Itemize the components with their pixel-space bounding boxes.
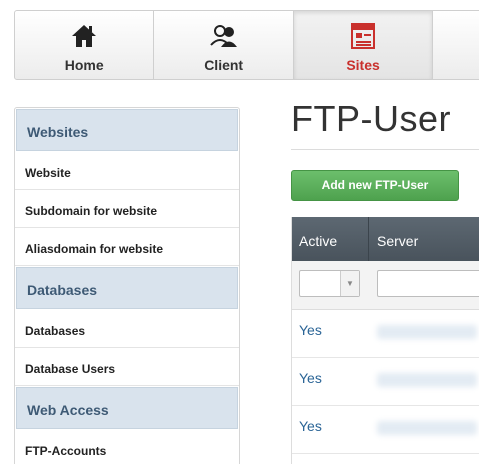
redacted-server: [377, 373, 477, 387]
tab-sites[interactable]: Sites: [293, 11, 434, 79]
cell-active[interactable]: Yes: [291, 358, 369, 405]
main-content: FTP-User Add new FTP-User Active Server …: [291, 96, 479, 464]
cell-server: [369, 406, 479, 453]
cell-server: [369, 310, 479, 357]
sidebar-section-databases: Databases: [16, 267, 238, 309]
sidebar-item-ftp-accounts[interactable]: FTP-Accounts: [15, 430, 239, 464]
page-title: FTP-User: [291, 96, 479, 150]
ftp-user-table: Active Server ▼ Yes Yes Yes: [291, 217, 479, 464]
redacted-server: [377, 421, 477, 435]
redacted-server: [377, 325, 477, 339]
sidebar-section-web-access: Web Access: [16, 387, 238, 429]
tab-client[interactable]: Client: [154, 11, 294, 79]
table-row[interactable]: Yes: [291, 358, 479, 406]
active-filter-cell: ▼: [291, 261, 369, 309]
filter-row: ▼: [291, 261, 479, 310]
tab-home[interactable]: Home: [15, 11, 155, 79]
table-row[interactable]: Yes: [291, 406, 479, 454]
column-header-active[interactable]: Active: [291, 217, 369, 261]
dropdown-arrow-icon: ▼: [340, 271, 359, 296]
table-row[interactable]: Yes: [291, 310, 479, 358]
home-icon: [69, 21, 99, 51]
sidebar-item-database-users[interactable]: Database Users: [15, 348, 239, 386]
tab-home-label: Home: [64, 57, 104, 73]
sidebar-item-databases[interactable]: Databases: [15, 310, 239, 348]
server-filter-cell: [369, 261, 479, 309]
sidebar-section-websites: Websites: [16, 109, 238, 151]
cell-server: [369, 358, 479, 405]
top-navigation: Home Client Sites: [14, 10, 479, 80]
server-filter-input[interactable]: [377, 270, 479, 297]
sidebar: Websites Website Subdomain for website A…: [14, 107, 240, 464]
cell-active[interactable]: Yes: [291, 406, 369, 453]
add-ftp-user-button[interactable]: Add new FTP-User: [291, 170, 459, 201]
column-header-server[interactable]: Server: [369, 217, 479, 261]
active-filter-select[interactable]: ▼: [299, 270, 360, 297]
sidebar-item-website[interactable]: Website: [15, 152, 239, 190]
table-header: Active Server: [291, 217, 479, 261]
sidebar-item-aliasdomain[interactable]: Aliasdomain for website: [15, 228, 239, 266]
tab-client-label: Client: [204, 57, 244, 73]
tab-sites-label: Sites: [346, 57, 380, 73]
users-icon: [209, 21, 239, 51]
sites-icon: [348, 21, 378, 51]
sidebar-item-subdomain[interactable]: Subdomain for website: [15, 190, 239, 228]
cell-active[interactable]: Yes: [291, 310, 369, 357]
tab-more[interactable]: [433, 11, 479, 79]
